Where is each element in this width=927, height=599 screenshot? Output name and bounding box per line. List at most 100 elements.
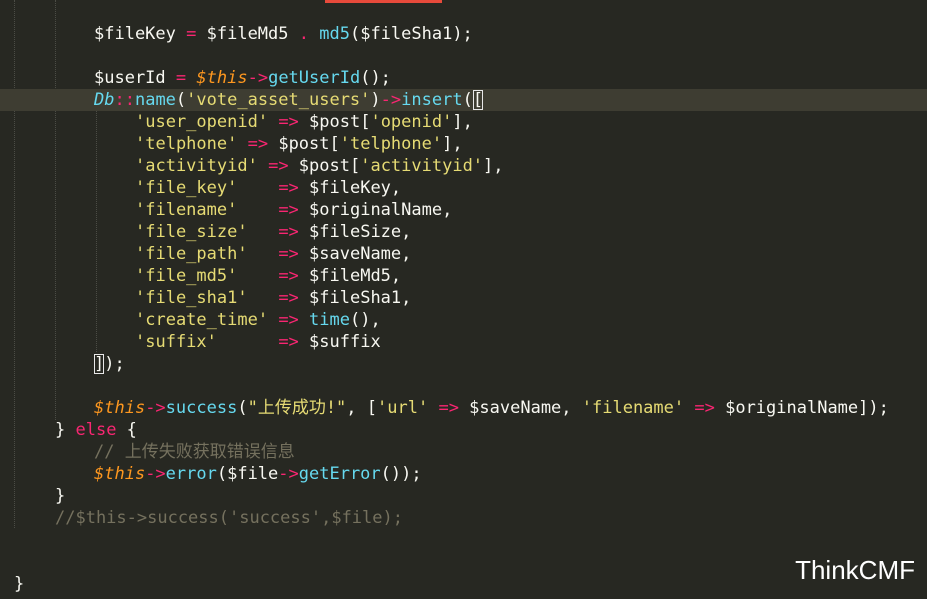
code-token: ( [237,398,248,418]
code-token: ($fileSha1); [349,24,473,44]
code-line-active[interactable]: Db::name('vote_asset_users')->insert([ [0,89,927,111]
code-token: 'file_size' [135,222,248,242]
code-line[interactable]: 'filename' => $originalName, [0,199,927,221]
code-token: ] [94,354,105,374]
code-token: 'file_md5' [135,266,238,286]
code-token: $this [196,68,248,88]
code-token: ) [370,90,381,110]
code-token: Db [94,90,115,110]
code-token: 'filename' [135,200,238,220]
code-line[interactable]: 'telphone' => $post['telphone'], [0,133,927,155]
code-token: 'file_sha1' [135,288,248,308]
code-line[interactable]: $userId = $this->getUserId(); [0,67,927,89]
code-token: 'telphone' [135,134,238,154]
code-token: 'openid' [370,112,453,132]
code-line[interactable]: ]); [0,353,927,375]
code-token: ], [442,134,463,154]
code-token: md5 [319,24,350,44]
code-token: $post[ [268,134,340,154]
code-line[interactable]: } else { [0,419,927,441]
code-token: $originalName, [298,200,453,220]
code-line[interactable]: $fileKey = $fileMd5 . md5($fileSha1); [0,23,927,45]
code-token: -> [145,398,166,418]
code-token: 'telphone' [339,134,443,154]
code-token: ], [452,112,473,132]
tab-indicator [325,0,442,3]
code-line[interactable]: 'file_path' => $saveName, [0,243,927,265]
code-token: ( [462,90,473,110]
code-token: 'filename' [581,398,685,418]
code-token: -> [278,464,299,484]
code-line[interactable]: $this->success("上传成功!", ['url' => $saveN… [0,397,927,419]
code-token: ( [175,90,187,110]
code-token: $userId [94,68,166,88]
code-line[interactable]: 'user_openid' => $post['openid'], [0,111,927,133]
code-line[interactable]: 'suffix' => $suffix [0,331,927,353]
code-token: => [278,244,299,264]
code-token: 'url' [377,398,429,418]
code-token: . [298,24,309,44]
code-line[interactable]: 'file_md5' => $fileMd5, [0,265,927,287]
code-line[interactable]: // 上传失败获取错误信息 [0,441,927,463]
code-token: ], [483,156,504,176]
code-token: $fileKey, [298,178,402,198]
code-token: 'user_openid' [135,112,269,132]
code-token: $originalName]); [714,398,889,418]
code-token: $fileSize, [298,222,412,242]
code-token: 'vote_asset_users' [186,90,371,110]
code-token: 'file_key' [135,178,238,198]
code-token: = [186,24,197,44]
code-token: $fileMd5 [196,24,299,44]
code-token: (); [360,68,391,88]
code-token: 'suffix' [135,332,217,352]
code-token: $fileSha1, [298,288,412,308]
code-token: error [165,464,217,484]
code-line[interactable]: $this->error($file->getError()); [0,463,927,485]
code-token: => [694,398,715,418]
code-line[interactable]: } [0,573,927,595]
code-token: $suffix [298,332,381,352]
code-token: => [278,178,299,198]
code-token: else [75,420,117,440]
code-token: insert [401,90,463,110]
code-token: 'create_time' [135,310,269,330]
code-token: $post[ [298,112,371,132]
code-line[interactable]: 'file_key' => $fileKey, [0,177,927,199]
code-line[interactable]: 'create_time' => time(), [0,309,927,331]
code-token: (), [350,310,381,330]
code-token: time [309,310,350,330]
code-token: getUserId [268,68,361,88]
code-line[interactable]: //$this->success('success',$file); [0,507,927,529]
code-token: 'activityid' [360,156,484,176]
code-line[interactable]: 'file_sha1' => $fileSha1, [0,287,927,309]
code-token: // 上传失败获取错误信息 [94,442,295,462]
code-token: ); [104,354,125,374]
code-token: } [55,420,76,440]
code-token: => [278,222,299,242]
code-line[interactable]: 'file_size' => $fileSize, [0,221,927,243]
code-token: $saveName, [458,398,582,418]
code-token: ()); [380,464,422,484]
code-token: => [278,112,299,132]
code-editor[interactable]: $fileKey = $fileMd5 . md5($fileSha1); $u… [0,0,927,599]
code-token: => [278,332,299,352]
code-line[interactable]: } [0,485,927,507]
code-token: $this [94,398,146,418]
code-line[interactable]: 'activityid' => $post['activityid'], [0,155,927,177]
code-token: getError [298,464,381,484]
code-token: ($file [216,464,279,484]
